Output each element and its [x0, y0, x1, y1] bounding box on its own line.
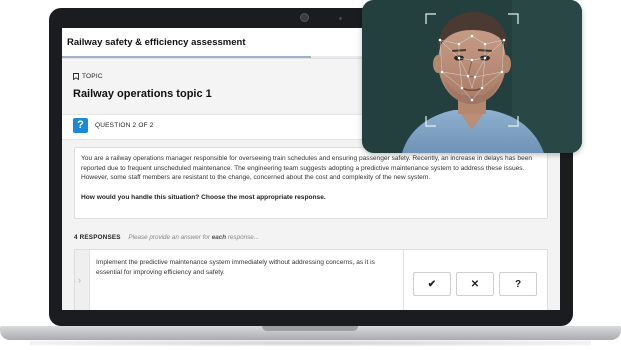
- responses-hint-suffix: response...: [226, 234, 259, 241]
- question-icon: ?: [514, 278, 522, 290]
- bookmark-icon: [73, 73, 79, 80]
- topic-label: TOPIC: [73, 73, 103, 80]
- laptop-camera-icon: [300, 13, 309, 22]
- agree-button[interactable]: ✔: [413, 272, 451, 296]
- question-icon: ?: [73, 118, 88, 133]
- disagree-button[interactable]: ✕: [456, 272, 494, 296]
- laptop-notch: [262, 326, 358, 331]
- response-card: › Implement the predictive maintenance s…: [74, 249, 548, 310]
- responses-header: 4 RESPONSES Please provide an answer for…: [74, 234, 259, 241]
- app-title: Railway safety & efficiency assessment: [67, 37, 246, 48]
- response-divider: [403, 250, 404, 310]
- scenario-card: You are a railway operations manager res…: [74, 147, 548, 219]
- scenario-text: You are a railway operations manager res…: [81, 155, 533, 182]
- responses-hint-prefix: Please provide an answer for: [128, 234, 212, 241]
- marketing-scene: Railway safety & efficiency assessment T…: [0, 0, 621, 350]
- face-portrait-illustration: [362, 0, 582, 153]
- progress-fill: [62, 56, 311, 58]
- webcam-face-tracking-feed: [362, 0, 582, 153]
- response-text: Implement the predictive maintenance sys…: [96, 259, 375, 276]
- laptop-shadow: [30, 340, 591, 346]
- unsure-button[interactable]: ?: [499, 272, 537, 296]
- close-icon: ✕: [470, 278, 480, 290]
- response-expand-handle[interactable]: ›: [75, 250, 90, 310]
- responses-hint: Please provide an answer for each respon…: [128, 234, 259, 241]
- question-counter: QUESTION 2 OF 2: [95, 122, 154, 129]
- scenario-prompt: How would you handle this situation? Cho…: [81, 194, 326, 201]
- chevron-right-icon: ›: [78, 275, 81, 285]
- responses-count: 4 RESPONSES: [74, 234, 121, 241]
- topic-title: Railway operations topic 1: [73, 88, 212, 100]
- laptop-sensor: [339, 17, 342, 20]
- check-icon: ✔: [427, 278, 437, 290]
- responses-hint-emphasis: each: [211, 234, 227, 241]
- topic-label-text: TOPIC: [82, 73, 103, 80]
